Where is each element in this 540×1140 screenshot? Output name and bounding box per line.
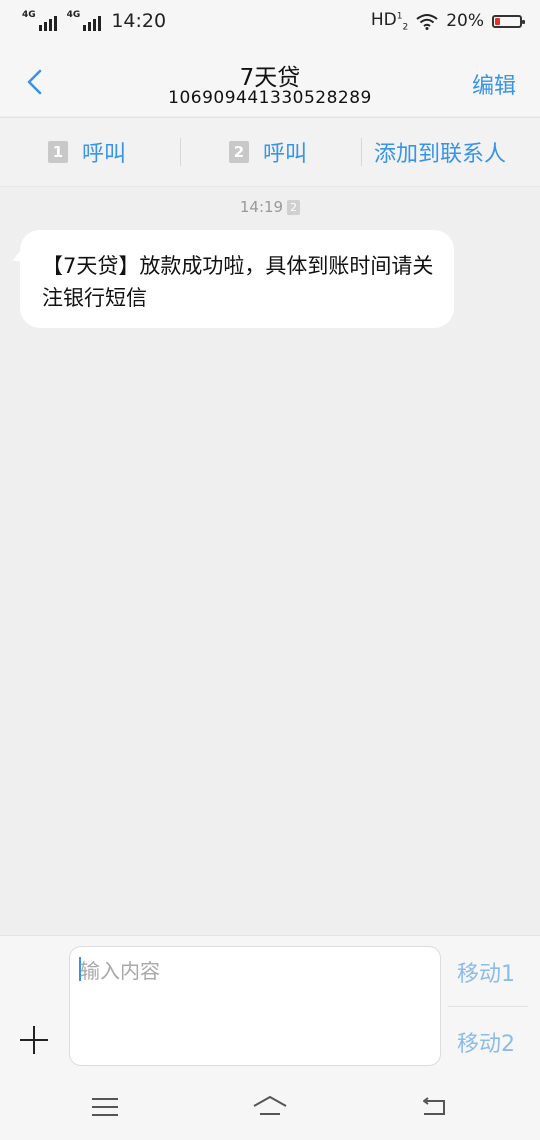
edit-button[interactable]: 编辑 — [472, 68, 516, 100]
hd-sup: 1 — [396, 11, 403, 22]
timestamp-text: 14:19 — [239, 198, 284, 216]
message-timestamp: 14:19 2 — [0, 198, 540, 216]
wifi-icon — [416, 13, 438, 30]
send-sim2-button[interactable]: 移动2 — [450, 1026, 522, 1058]
call-sim1-button[interactable]: 1 呼叫 — [48, 118, 126, 186]
composer-bar: 输入内容 移动1 移动2 — [0, 935, 540, 1073]
signal-sim2-label: 4G — [66, 10, 81, 20]
action-bar: 1 呼叫 2 呼叫 添加到联系人 — [0, 117, 540, 187]
status-right: HD12 20% — [371, 10, 525, 32]
battery-percent: 20% — [446, 11, 484, 32]
return-icon[interactable] — [420, 1096, 448, 1118]
call-sim2-button[interactable]: 2 呼叫 — [229, 118, 307, 186]
call-sim2-label: 呼叫 — [263, 142, 308, 167]
send-sim1-button[interactable]: 移动1 — [450, 956, 522, 988]
action-divider — [361, 138, 362, 166]
contact-title: 7天贷 — [239, 65, 301, 91]
hd-sub: 2 — [402, 22, 409, 33]
battery-fill — [495, 17, 501, 25]
status-left: 4G 4G 14:20 — [22, 10, 166, 32]
action-divider — [180, 138, 181, 166]
plus-icon[interactable] — [18, 1024, 50, 1056]
status-bar: 4G 4G 14:20 HD12 20% — [0, 0, 540, 46]
message-input-placeholder: 输入内容 — [80, 959, 160, 983]
hd-label: HD — [370, 10, 397, 30]
sim1-badge-icon: 1 — [48, 141, 68, 163]
add-to-contacts-button[interactable]: 添加到联系人 — [374, 118, 506, 186]
menu-icon[interactable] — [92, 1098, 118, 1118]
contact-number: 106909441330528289 — [168, 88, 372, 108]
signal-sim2-icon: 4G — [67, 11, 102, 31]
hd-indicator: HD12 — [371, 10, 408, 32]
message-bubble-incoming[interactable]: 【7天贷】放款成功啦，具体到账时间请关注银行短信 — [20, 230, 454, 328]
message-input[interactable]: 输入内容 — [69, 946, 441, 1066]
home-icon[interactable] — [252, 1094, 288, 1118]
signal-sim1-label: 4G — [22, 10, 36, 20]
conversation-header: 7天贷 106909441330528289 编辑 — [0, 46, 540, 116]
sim2-small-icon: 2 — [287, 200, 301, 215]
send-divider — [448, 1006, 528, 1007]
call-sim1-label: 呼叫 — [82, 142, 127, 167]
battery-icon — [492, 14, 525, 28]
status-time: 14:20 — [111, 10, 167, 32]
signal-sim1-icon: 4G — [22, 11, 57, 31]
sim2-badge-icon: 2 — [229, 141, 249, 163]
system-nav-bar — [0, 1072, 540, 1140]
